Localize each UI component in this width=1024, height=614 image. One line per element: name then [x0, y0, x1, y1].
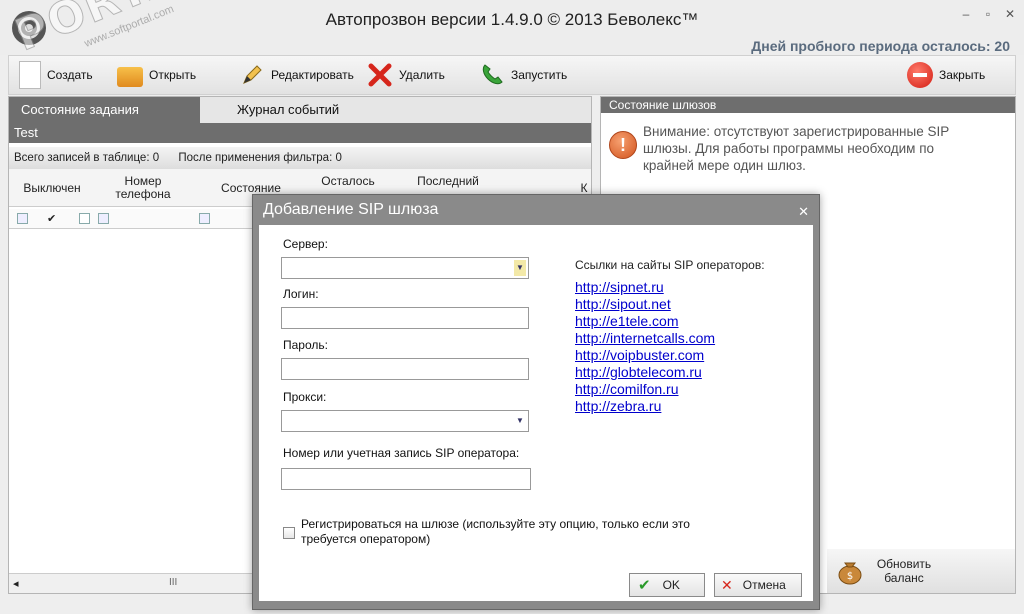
- open-label: Открыть: [149, 68, 197, 82]
- column-phone[interactable]: Номер телефона: [105, 169, 181, 207]
- filter-check-icon[interactable]: ✔: [47, 212, 56, 225]
- account-input[interactable]: [281, 468, 531, 490]
- ok-button[interactable]: ✔ OK: [629, 573, 705, 597]
- title-bar: Автопрозвон версии 1.4.9.0 © 2013 Беволе…: [0, 0, 1024, 55]
- tab-task-state[interactable]: Состояние задания: [9, 97, 200, 123]
- gateway-warning: Внимание: отсутствуют зарегистрированные…: [643, 124, 949, 173]
- cancel-label: Отмена: [742, 578, 786, 592]
- close-app-button[interactable]: Закрыть: [907, 56, 985, 94]
- scroll-left-icon[interactable]: ◂: [13, 577, 19, 590]
- dialog-title: Добавление SIP шлюза: [263, 201, 439, 218]
- gateway-header: Состояние шлюзов: [601, 97, 1015, 113]
- filter-phone-icon[interactable]: [98, 213, 109, 224]
- phone-icon: [479, 62, 505, 88]
- refresh-balance-label: Обновить баланс: [876, 557, 932, 585]
- records-info-bar: Всего записей в таблице: 0 После примене…: [9, 147, 591, 169]
- password-input[interactable]: [281, 358, 529, 380]
- money-bag-icon: $: [835, 555, 865, 585]
- close-app-label: Закрыть: [939, 68, 986, 82]
- operator-link[interactable]: http://comilfon.ru: [575, 381, 679, 397]
- register-label: Регистрироваться на шлюзе (используйте э…: [301, 517, 690, 546]
- delete-button[interactable]: Удалить: [367, 56, 445, 94]
- filter-mixed-icon[interactable]: [79, 213, 90, 224]
- scroll-grip-icon[interactable]: III: [169, 577, 177, 588]
- operator-link[interactable]: http://sipout.net: [575, 296, 671, 312]
- add-sip-gateway-dialog: Добавление SIP шлюза ✕ Сервер: ▼ Логин: …: [252, 194, 820, 610]
- start-label: Запустить: [511, 68, 568, 82]
- red-x-icon: [367, 62, 393, 88]
- create-button[interactable]: Создать: [19, 56, 93, 94]
- minimize-button[interactable]: –: [958, 6, 974, 22]
- edit-button[interactable]: Редактировать: [239, 56, 354, 94]
- check-icon: ✔: [638, 577, 651, 594]
- filter-toggle-icon[interactable]: [17, 213, 28, 224]
- edit-label: Редактировать: [271, 68, 354, 82]
- cancel-x-icon: ✕: [721, 576, 733, 593]
- server-label: Сервер:: [283, 237, 328, 251]
- register-checkbox[interactable]: [283, 527, 295, 539]
- pencil-icon: [239, 62, 265, 88]
- tab-event-log[interactable]: Журнал событий: [225, 97, 351, 123]
- ok-label: OK: [662, 578, 680, 592]
- dialog-close-button[interactable]: ✕: [798, 204, 809, 220]
- task-name-header: Test: [9, 123, 591, 143]
- maximize-button[interactable]: ▫: [980, 6, 996, 22]
- refresh-balance-button[interactable]: $ Обновить баланс: [827, 549, 1015, 593]
- login-input[interactable]: [281, 307, 529, 329]
- password-label: Пароль:: [283, 338, 328, 352]
- folder-icon: [117, 67, 143, 87]
- column-disabled[interactable]: Выключен: [9, 169, 95, 207]
- trial-days-text: Дней пробного периода осталось: 20: [751, 38, 1010, 54]
- records-total: Всего записей в таблице: 0: [14, 152, 160, 164]
- operator-link[interactable]: http://globtelecom.ru: [575, 364, 702, 380]
- records-filtered: После применения фильтра: 0: [178, 152, 342, 164]
- operator-links-title: Ссылки на сайты SIP операторов:: [575, 258, 765, 272]
- cancel-button[interactable]: ✕ Отмена: [714, 573, 802, 597]
- open-button[interactable]: Открыть: [117, 56, 196, 94]
- chevron-down-icon[interactable]: ▼: [514, 260, 526, 276]
- stop-icon: [907, 62, 933, 88]
- proxy-combobox[interactable]: ▼: [281, 410, 529, 432]
- operator-link[interactable]: http://e1tele.com: [575, 313, 679, 329]
- operator-link[interactable]: http://sipnet.ru: [575, 279, 664, 295]
- operator-link[interactable]: http://zebra.ru: [575, 398, 661, 414]
- create-label: Создать: [47, 68, 93, 82]
- login-label: Логин:: [283, 287, 319, 301]
- start-button[interactable]: Запустить: [479, 56, 567, 94]
- operator-link[interactable]: http://voipbuster.com: [575, 347, 704, 363]
- dialog-body: Сервер: ▼ Логин: Пароль: Прокси: ▼ Номер…: [259, 225, 813, 601]
- close-window-button[interactable]: ✕: [1002, 6, 1018, 22]
- new-document-icon: [19, 61, 41, 89]
- toolbar: Создать Открыть Редактировать Удалить За…: [8, 55, 1016, 95]
- warning-icon: !: [609, 131, 637, 159]
- window-title: Автопрозвон версии 1.4.9.0 © 2013 Беволе…: [325, 10, 699, 29]
- delete-label: Удалить: [399, 68, 445, 82]
- filter-state-icon[interactable]: [199, 213, 210, 224]
- server-combobox[interactable]: ▼: [281, 257, 529, 279]
- svg-text:$: $: [847, 571, 853, 582]
- account-label: Номер или учетная запись SIP оператора:: [283, 446, 520, 460]
- operator-link[interactable]: http://internetcalls.com: [575, 330, 715, 346]
- proxy-label: Прокси:: [283, 390, 327, 404]
- chevron-down-icon[interactable]: ▼: [514, 413, 526, 429]
- tab-bar: Состояние задания Журнал событий: [9, 97, 591, 123]
